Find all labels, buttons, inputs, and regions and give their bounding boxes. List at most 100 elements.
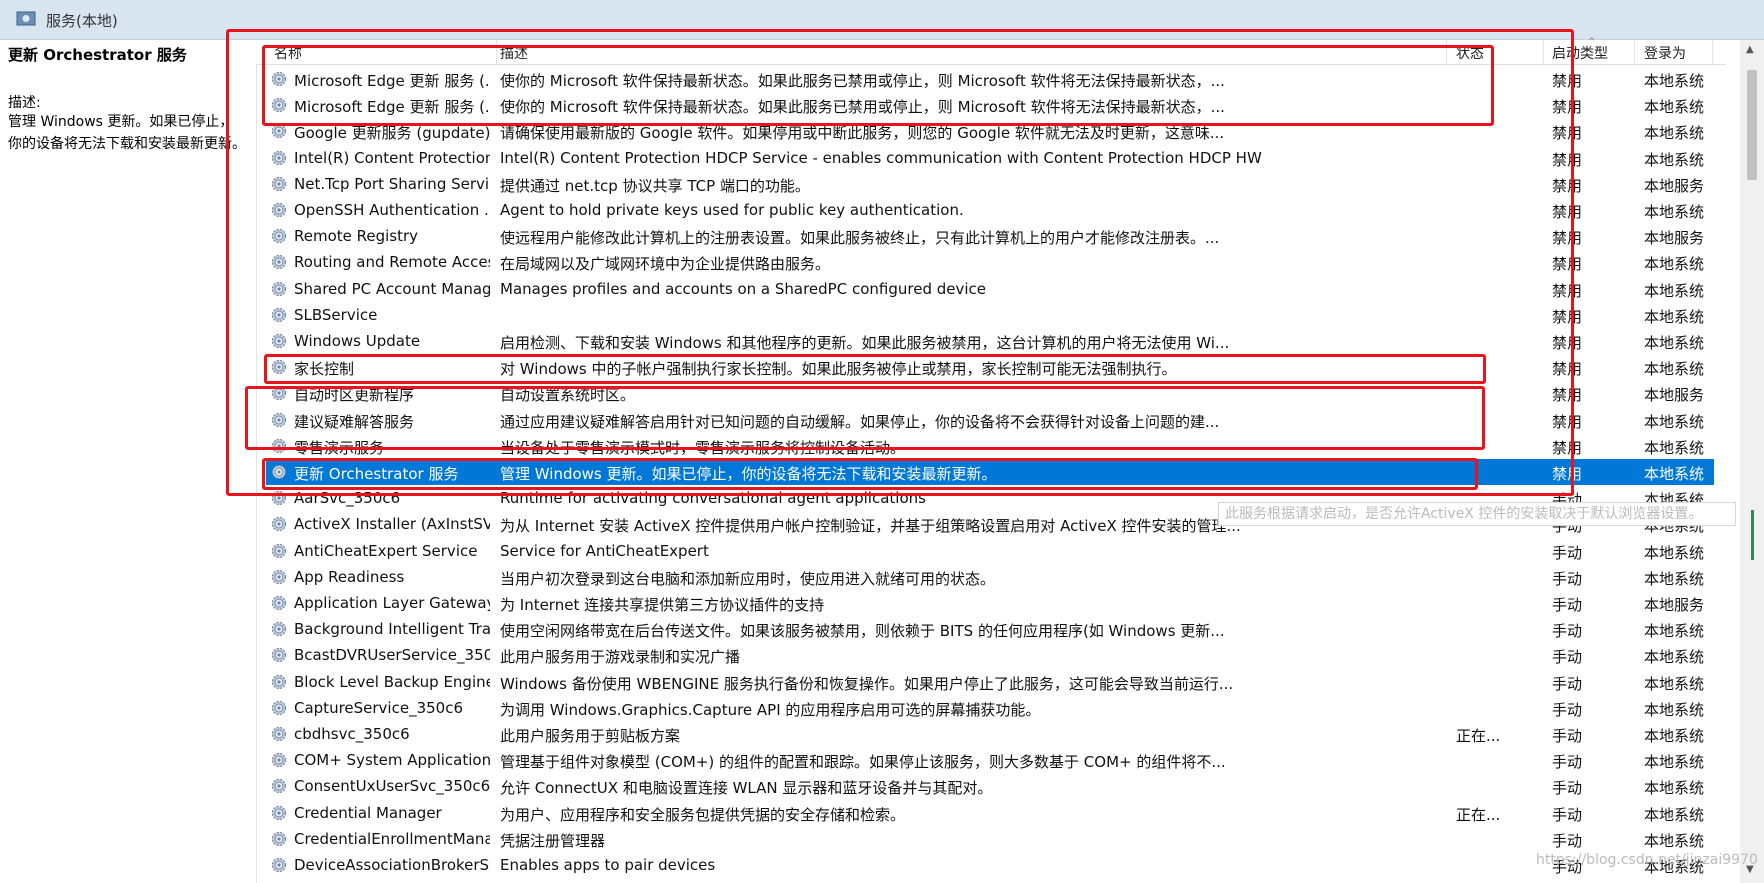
service-gear-icon <box>270 725 288 743</box>
service-logon-as: 本地系统 <box>1644 72 1705 90</box>
tooltip: 此服务根据请求启动，是否允许ActiveX 控件的安装取决于默认浏览器设置。 <box>1218 502 1736 526</box>
table-row[interactable]: CredentialEnrollmentMana... 凭据注册管理器 手动 本地系统 <box>256 826 1726 852</box>
service-name: COM+ System Application <box>294 751 490 770</box>
service-logon-as: 本地系统 <box>1644 360 1705 379</box>
service-startup-type: 手动 <box>1552 569 1583 588</box>
service-logon-as: 本地系统 <box>1644 255 1705 274</box>
service-logon-as: 本地服务 <box>1644 386 1705 405</box>
service-gear-icon <box>270 804 288 822</box>
scroll-up-icon[interactable]: ▲ <box>1746 44 1754 55</box>
service-status: 正在... <box>1456 805 1501 824</box>
service-gear-icon <box>270 568 288 586</box>
service-gear-icon <box>270 620 288 638</box>
service-gear-icon <box>270 646 288 664</box>
table-row[interactable]: DeviceAssociationBrokerSv... Enables apps… <box>256 852 1726 878</box>
service-startup-type: 手动 <box>1552 753 1583 772</box>
service-logon-as: 本地服务 <box>1644 176 1705 195</box>
service-name: CaptureService_350c6 <box>294 698 463 717</box>
service-logon-as: 本地系统 <box>1644 569 1705 588</box>
service-startup-type: 手动 <box>1552 648 1583 667</box>
service-logon-as: 本地系统 <box>1644 203 1705 221</box>
annotation-box-edge <box>262 45 1494 126</box>
annotation-box-parental <box>264 354 1486 384</box>
service-startup-type: 手动 <box>1552 674 1583 693</box>
service-logon-as: 本地系统 <box>1644 412 1705 431</box>
table-row[interactable]: BcastDVRUserService_350... 此用户服务用于游戏录制和实况… <box>256 642 1726 668</box>
service-gear-icon <box>270 673 288 691</box>
service-description: Windows 备份使用 WBENGINE 服务执行备份和恢复操作。如果用户停止… <box>500 674 1234 693</box>
service-name: Block Level Backup Engine ... <box>294 672 490 691</box>
table-row[interactable]: Background Intelligent Tra... 使用空闲网络带宽在后台… <box>256 616 1726 642</box>
service-description: Service for AntiCheatExpert <box>500 541 709 560</box>
services-console-icon <box>16 11 36 26</box>
service-logon-as: 本地系统 <box>1644 779 1705 798</box>
service-logon-as: 本地系统 <box>1644 124 1705 143</box>
description-text: 管理 Windows 更新。如果已停止，你的设备将无法下载和安装最新更新。 <box>8 114 246 152</box>
service-gear-icon <box>270 830 288 848</box>
watermark: https://blog.csdn.net/jinzai9970 <box>1536 852 1758 868</box>
service-logon-as: 本地系统 <box>1644 465 1705 483</box>
service-gear-icon <box>270 777 288 795</box>
service-gear-icon <box>270 751 288 769</box>
service-name: App Readiness <box>294 567 405 586</box>
description-label: 描述: <box>8 95 41 111</box>
table-row[interactable]: cbdhsvc_350c6 此用户服务用于剪贴板方案 正在... 手动 本地系统 <box>256 721 1726 747</box>
vertical-scrollbar[interactable]: ▲ ▼ <box>1740 40 1764 883</box>
service-name: ConsentUxUserSvc_350c6 <box>294 777 490 796</box>
service-gear-icon <box>270 515 288 533</box>
table-row[interactable]: CaptureService_350c6 为调用 Windows.Graphics… <box>256 695 1726 721</box>
table-row[interactable]: Application Layer Gateway ... 为 Internet … <box>256 590 1726 616</box>
service-description: 使用空闲网络带宽在后台传送文件。如果该服务被禁用，则依赖于 BITS 的任何应用… <box>500 622 1225 641</box>
service-startup-type: 手动 <box>1552 831 1583 850</box>
table-row[interactable]: Block Level Backup Engine ... Windows 备份使… <box>256 669 1726 695</box>
service-logon-as: 本地系统 <box>1644 438 1705 457</box>
annotation-box-timezone <box>245 386 1485 450</box>
service-logon-as: 本地系统 <box>1644 543 1705 562</box>
service-startup-type: 手动 <box>1552 622 1583 641</box>
service-gear-icon <box>270 699 288 717</box>
service-description: 凭据注册管理器 <box>500 831 606 850</box>
service-startup-type: 手动 <box>1552 779 1583 798</box>
service-name: Background Intelligent Tra... <box>294 620 490 639</box>
service-name: Credential Manager <box>294 803 442 822</box>
service-logon-as: 本地系统 <box>1644 281 1705 300</box>
service-description: 此用户服务用于剪贴板方案 <box>500 727 681 745</box>
service-startup-type: 手动 <box>1552 700 1583 719</box>
service-logon-as: 本地系统 <box>1644 334 1705 352</box>
service-logon-as: 本地系统 <box>1644 674 1705 693</box>
service-gear-icon <box>270 594 288 612</box>
service-name: cbdhsvc_350c6 <box>294 725 410 743</box>
service-name: DeviceAssociationBrokerSv... <box>294 856 490 874</box>
window-title: 服务(本地) <box>46 12 118 30</box>
service-gear-icon <box>270 856 288 874</box>
selected-service-title: 更新 Orchestrator 服务 <box>8 46 187 64</box>
service-logon-as: 本地系统 <box>1644 700 1705 719</box>
service-logon-as: 本地服务 <box>1644 596 1705 614</box>
service-description: Enables apps to pair devices <box>500 856 716 874</box>
service-logon-as: 本地系统 <box>1644 727 1705 745</box>
service-name: BcastDVRUserService_350... <box>294 646 490 665</box>
service-description: 此用户服务用于游戏录制和实况广播 <box>500 648 741 667</box>
table-row[interactable]: Credential Manager 为用户、应用程序和安全服务包提供凭据的安全存… <box>256 800 1726 826</box>
table-row[interactable]: ConsentUxUserSvc_350c6 允许 ConnectUX 和电脑设置… <box>256 773 1726 799</box>
service-name: AntiCheatExpert Service <box>294 541 478 560</box>
service-description: 为调用 Windows.Graphics.Capture API 的应用程序启用… <box>500 700 1041 719</box>
annotation-box-orchestrator <box>262 458 1478 490</box>
service-logon-as: 本地系统 <box>1644 831 1705 850</box>
service-gear-icon <box>270 542 288 560</box>
table-row[interactable]: COM+ System Application 管理基于组件对象模型 (COM+)… <box>256 747 1726 773</box>
scroll-thumb[interactable] <box>1747 70 1757 180</box>
service-name: CredentialEnrollmentMana... <box>294 829 490 848</box>
scroll-position-mark <box>1751 510 1754 560</box>
service-startup-type: 手动 <box>1552 727 1583 745</box>
service-logon-as: 本地系统 <box>1644 307 1705 326</box>
service-description: 当用户初次登录到这台电脑和添加新应用时，使应用进入就绪可用的状态。 <box>500 569 996 588</box>
description-pane: 更新 Orchestrator 服务 描述: 管理 Windows 更新。如果已… <box>0 40 257 883</box>
service-startup-type: 手动 <box>1552 596 1583 614</box>
service-description: 管理基于组件对象模型 (COM+) 的组件的配置和跟踪。如果停止该服务，则大多数… <box>500 753 1226 772</box>
service-name: ActiveX Installer (AxInstSV) <box>294 515 490 534</box>
service-logon-as: 本地系统 <box>1644 150 1705 169</box>
table-row[interactable]: AntiCheatExpert Service Service for AntiC… <box>256 538 1726 564</box>
service-description: 允许 ConnectUX 和电脑设置连接 WLAN 显示器和蓝牙设备并与其配对。 <box>500 779 993 798</box>
table-row[interactable]: App Readiness 当用户初次登录到这台电脑和添加新应用时，使应用进入就绪… <box>256 564 1726 590</box>
